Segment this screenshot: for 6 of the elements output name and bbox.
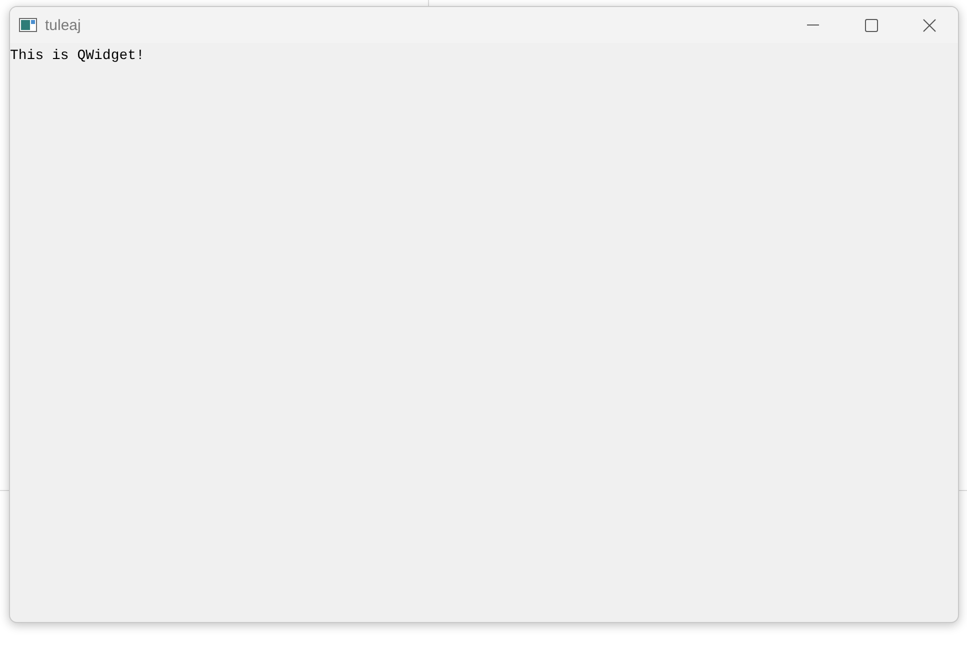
window-title: tuleaj	[45, 16, 82, 34]
widget-label: This is QWidget!	[10, 48, 144, 64]
app-window-icon	[19, 18, 37, 32]
close-icon	[922, 18, 936, 32]
minimize-icon	[807, 24, 819, 26]
maximize-icon	[864, 18, 878, 32]
